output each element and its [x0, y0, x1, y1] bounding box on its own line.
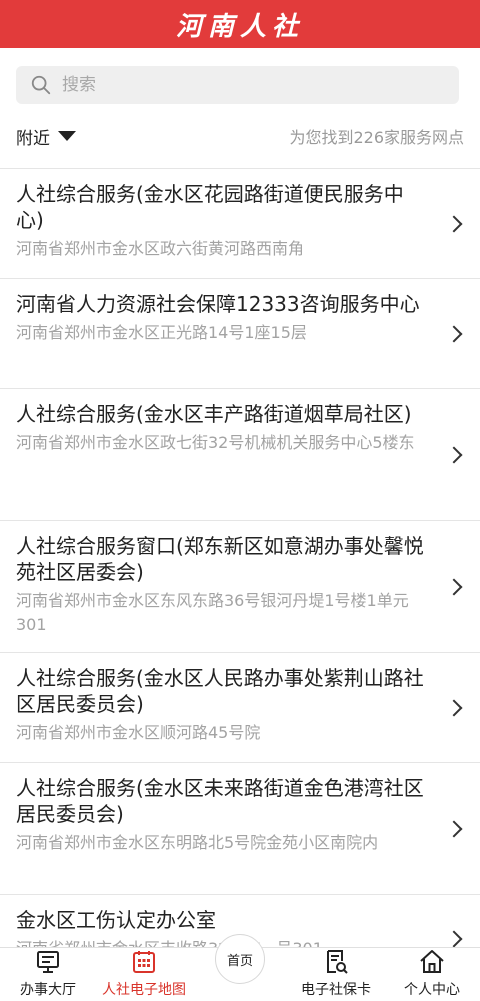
chevron-right-icon [445, 446, 463, 463]
service-point-address: 河南省郑州市金水区政七街32号机械机关服务中心5楼东 [16, 433, 415, 452]
service-point-address: 河南省郑州市金水区正光路14号1座15层 [16, 323, 307, 342]
service-point-name: 人社综合服务(金水区丰产路街道烟草局社区) [16, 402, 412, 426]
chevron-right-icon [445, 930, 463, 947]
service-point-name: 河南省人力资源社会保障12333咨询服务中心 [16, 292, 420, 316]
service-point-address: 河南省郑州市金水区东风东路36号银河丹堤1号楼1单元301 [16, 591, 409, 634]
tab-social-security-card[interactable]: 电子社保卡 [288, 948, 384, 1001]
result-count: 为您找到226家服务网点 [289, 128, 464, 147]
nearby-dropdown[interactable]: 附近 [16, 124, 76, 149]
tab-label: 人社电子地图 [102, 982, 186, 998]
list-item[interactable]: 人社综合服务(金水区人民路办事处紫荆山路社区居民委员会) 河南省郑州市金水区顺河… [0, 653, 480, 763]
document-search-icon [327, 950, 348, 974]
tab-map[interactable]: 人社电子地图 [96, 948, 192, 1001]
tab-label: 电子社保卡 [301, 982, 371, 998]
service-point-name: 人社综合服务(金水区花园路街道便民服务中心) [16, 182, 404, 232]
service-point-name: 金水区工伤认定办公室 [16, 908, 216, 932]
home-label: 首页 [226, 953, 253, 969]
header-title: 河南人社 [175, 11, 304, 42]
list-item[interactable]: 人社综合服务(金水区花园路街道便民服务中心) 河南省郑州市金水区政六街黄河路西南… [0, 169, 480, 279]
service-point-name: 人社综合服务(金水区人民路办事处紫荆山路社区居民委员会) [16, 666, 424, 716]
tab-home[interactable]: 首页 [192, 934, 288, 1001]
filter-row: 附近 为您找到226家服务网点 [0, 118, 480, 154]
caret-down-icon [58, 131, 76, 141]
chevron-right-icon [445, 578, 463, 595]
list-item[interactable]: 人社综合服务(金水区未来路街道金色港湾社区居民委员会) 河南省郑州市金水区东明路… [0, 763, 480, 895]
house-icon [420, 950, 444, 973]
service-point-address: 河南省郑州市金水区政六街黄河路西南角 [16, 239, 305, 258]
app-header: 河南人社 [0, 0, 480, 48]
chevron-right-icon [445, 699, 463, 716]
list-item[interactable]: 人社综合服务(金水区丰产路街道烟草局社区) 河南省郑州市金水区政七街32号机械机… [0, 389, 480, 521]
tab-label: 个人中心 [404, 982, 460, 998]
search-icon [31, 75, 51, 95]
tab-personal-center[interactable]: 个人中心 [384, 948, 480, 1001]
home-button[interactable]: 首页 [215, 934, 265, 984]
search-input[interactable] [62, 75, 422, 95]
calendar-grid-icon [133, 951, 155, 973]
bottom-tab-bar: 办事大厅 人社电子地图 首页 电子社保卡 个人中心 [0, 934, 480, 1001]
list-item[interactable]: 河南省人力资源社会保障12333咨询服务中心 河南省郑州市金水区正光路14号1座… [0, 279, 480, 389]
monitor-icon [37, 951, 59, 973]
tab-label: 办事大厅 [20, 982, 76, 998]
tab-service-hall[interactable]: 办事大厅 [0, 948, 96, 1001]
chevron-right-icon [445, 820, 463, 837]
service-point-address: 河南省郑州市金水区顺河路45号院 [16, 723, 261, 742]
nearby-label: 附近 [16, 128, 50, 149]
service-point-list: 人社综合服务(金水区花园路街道便民服务中心) 河南省郑州市金水区政六街黄河路西南… [0, 169, 480, 947]
list-item[interactable]: 人社综合服务窗口(郑东新区如意湖办事处馨悦苑社区居委会) 河南省郑州市金水区东风… [0, 521, 480, 653]
service-point-name: 人社综合服务窗口(郑东新区如意湖办事处馨悦苑社区居委会) [16, 534, 424, 584]
service-point-address: 河南省郑州市金水区东明路北5号院金苑小区南院内 [16, 833, 379, 852]
search-bar[interactable] [16, 66, 459, 104]
chevron-right-icon [445, 325, 463, 342]
chevron-right-icon [445, 215, 463, 232]
service-point-name: 人社综合服务(金水区未来路街道金色港湾社区居民委员会) [16, 776, 424, 826]
